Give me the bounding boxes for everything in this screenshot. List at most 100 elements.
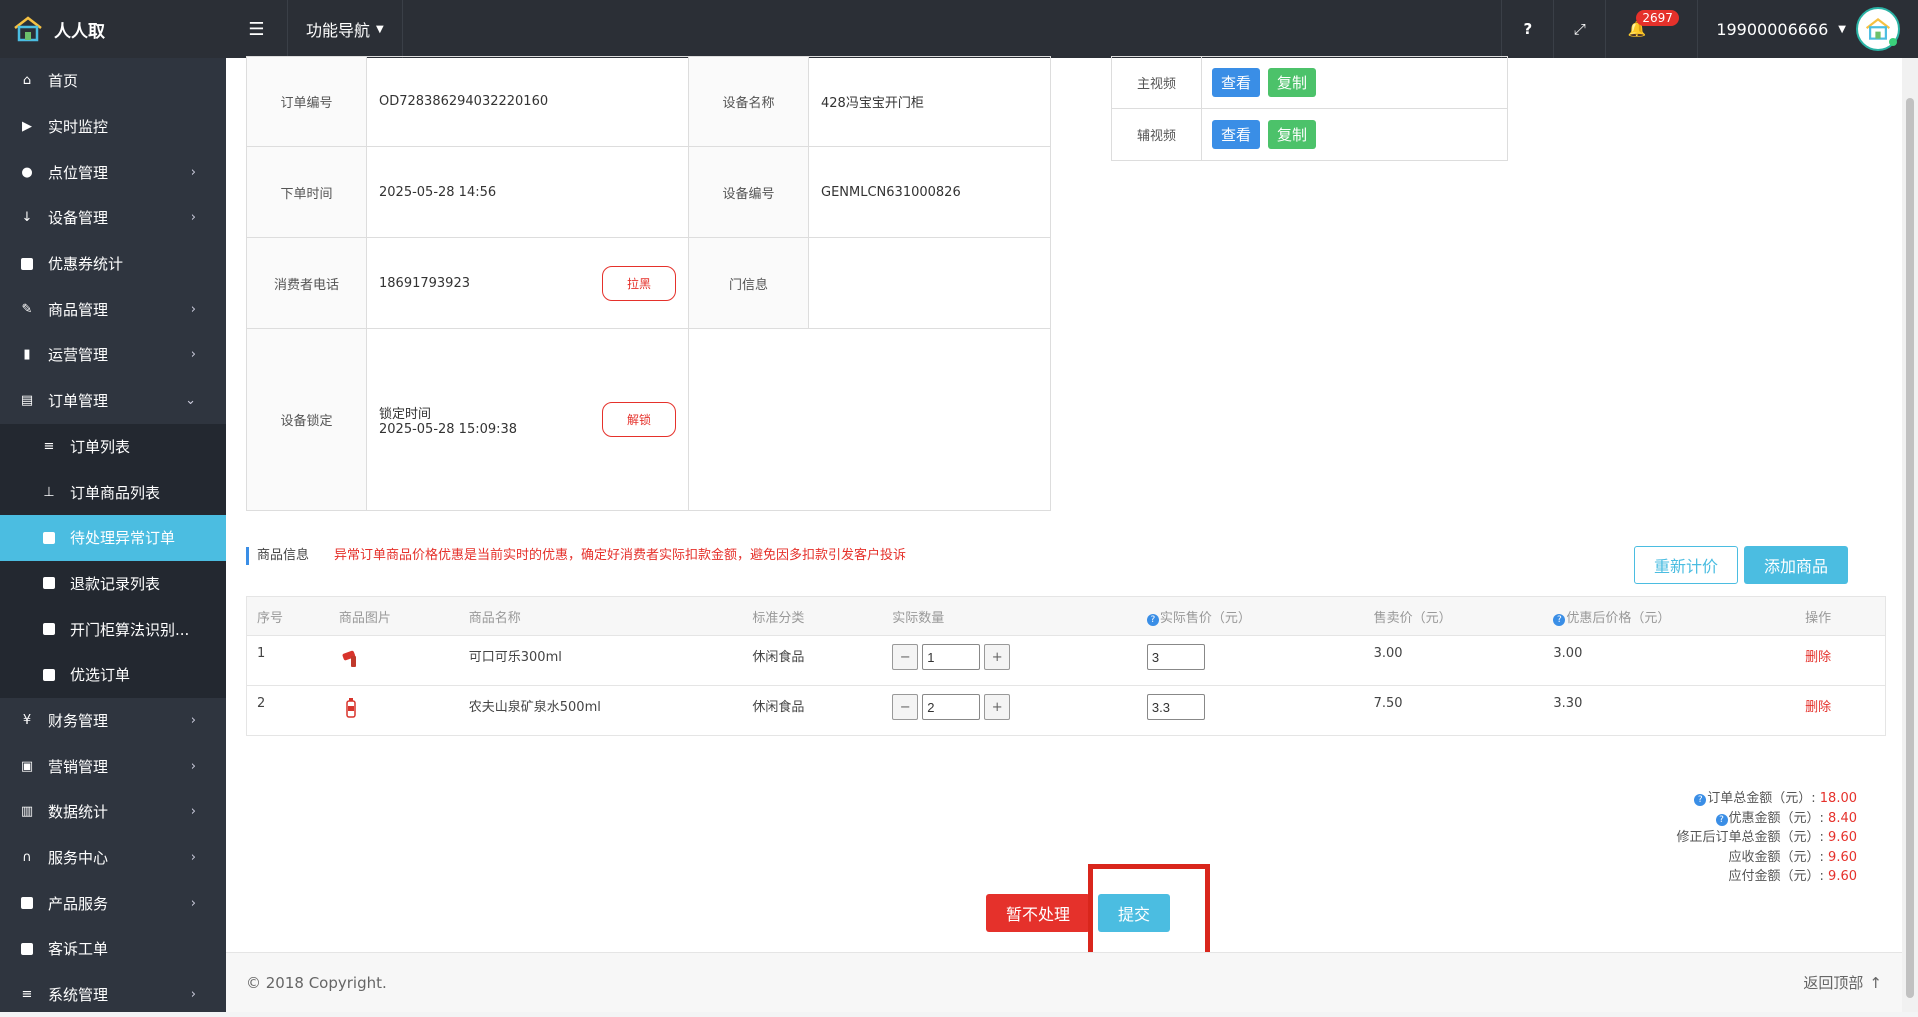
user-phone: 19900006666 bbox=[1716, 19, 1829, 39]
notification-button[interactable]: 🔔 2697 bbox=[1605, 0, 1697, 58]
square-icon bbox=[16, 257, 38, 270]
main-video-view-button[interactable]: 查看 bbox=[1212, 68, 1261, 97]
sidebar-item[interactable]: 产品服务 › bbox=[0, 880, 226, 926]
unlock-button[interactable]: 解锁 bbox=[601, 402, 676, 437]
phone-value: 18691793923 bbox=[379, 275, 470, 291]
col-header: 标准分类 bbox=[752, 610, 805, 626]
top-bar: 人人取 ☰ 功能导航 ▼ ? ⤢ 🔔 2697 19900006666 ▼ bbox=[0, 0, 1918, 58]
chevron-right-icon: › bbox=[190, 850, 196, 866]
summary-label: 修正后订单总金额（元）: bbox=[1676, 830, 1824, 845]
copyright: © 2018 Copyright. bbox=[246, 973, 387, 992]
sidebar-item[interactable]: ▮ 运营管理 › bbox=[0, 332, 226, 378]
function-nav-dropdown[interactable]: 功能导航 ▼ bbox=[288, 0, 403, 58]
decrease-button[interactable]: − bbox=[892, 694, 919, 720]
help-icon[interactable]: ? bbox=[1501, 0, 1553, 58]
table-row: 2 农夫山泉矿泉水500ml 休闲食品 − + 7.50 3.30 删 bbox=[246, 686, 1886, 736]
menu-toggle-icon[interactable]: ☰ bbox=[226, 0, 288, 58]
chevron-right-icon: › bbox=[190, 895, 196, 911]
gift-icon: ▣ bbox=[20, 758, 34, 774]
add-goods-button[interactable]: 添加商品 bbox=[1744, 546, 1848, 584]
question-icon[interactable]: ? bbox=[1146, 613, 1159, 626]
device-no-label: 设备编号 bbox=[688, 146, 809, 238]
aux-video-view-button[interactable]: 查看 bbox=[1212, 120, 1261, 149]
sidebar-item[interactable]: ¥ 财务管理 › bbox=[0, 698, 226, 744]
sidebar-item[interactable]: ⌂ 首页 bbox=[0, 58, 226, 104]
sidebar-item[interactable]: ≡ 系统管理 › bbox=[0, 972, 226, 1017]
door-info-label: 门信息 bbox=[688, 237, 809, 329]
quantity-input[interactable] bbox=[922, 694, 981, 720]
question-icon[interactable]: ? bbox=[1694, 794, 1707, 806]
yen-icon: ¥ bbox=[22, 712, 32, 728]
lock-time-label: 锁定时间 bbox=[379, 406, 432, 422]
order-info-table: 订单编号 OD728386294032220160 设备名称 428冯宝宝开门柜… bbox=[246, 56, 1051, 511]
chevron-right-icon: › bbox=[190, 804, 196, 820]
sidebar-item[interactable]: 待处理异常订单 bbox=[0, 514, 226, 561]
product-name: 农夫山泉矿泉水500ml bbox=[468, 700, 601, 715]
increase-button[interactable]: + bbox=[984, 694, 1011, 720]
video-camera-icon: ▶ bbox=[22, 119, 32, 135]
back-to-top-link[interactable]: 返回顶部 ↑ bbox=[1803, 972, 1882, 993]
list-icon: ≡ bbox=[43, 438, 55, 454]
sidebar-item[interactable]: ▶ 实时监控 bbox=[0, 104, 226, 150]
delete-link[interactable]: 删除 bbox=[1795, 696, 1885, 715]
summary-total: ? 订单总金额（元）: 18.00 bbox=[1677, 789, 1857, 809]
sidebar-item[interactable]: 客诉工单 bbox=[0, 926, 226, 972]
delete-link[interactable]: 删除 bbox=[1795, 646, 1885, 665]
fullscreen-icon[interactable]: ⤢ bbox=[1553, 0, 1605, 58]
question-icon[interactable]: ? bbox=[1715, 813, 1728, 826]
summary-label: 订单总金额（元）: bbox=[1707, 791, 1816, 806]
summary-label: 应收金额（元）: bbox=[1728, 849, 1824, 865]
sidebar: ⌂ 首页 ▶ 实时监控 ● 点位管理 › ↓ 设备管理 › 优惠券统计 ✎ 商品管理 › ▮ 运营管理 › ▤ 订单… bbox=[0, 58, 226, 1012]
user-menu[interactable]: 19900006666 ▼ bbox=[1697, 0, 1918, 58]
order-time-label: 下单时间 bbox=[246, 146, 367, 238]
chevron-right-icon: › bbox=[190, 347, 196, 363]
vertical-scrollbar[interactable] bbox=[1902, 58, 1918, 1012]
scrollbar-thumb[interactable] bbox=[1906, 98, 1914, 998]
main-video-copy-button[interactable]: 复制 bbox=[1268, 68, 1317, 97]
sidebar-item[interactable]: ≡ 订单列表 bbox=[0, 423, 226, 470]
blacklist-button[interactable]: 拉黑 bbox=[601, 265, 676, 301]
sidebar-item-label: 订单管理 bbox=[48, 392, 109, 411]
headset-icon: ∩ bbox=[22, 850, 32, 866]
list-icon: ≡ bbox=[21, 987, 33, 1003]
sidebar-item[interactable]: ▣ 营销管理 › bbox=[0, 743, 226, 789]
sidebar-item[interactable]: ▤ 订单管理 ⌄ bbox=[0, 378, 226, 424]
aux-video-copy-button[interactable]: 复制 bbox=[1268, 120, 1317, 149]
sidebar-item-label: 优惠券统计 bbox=[48, 255, 124, 274]
home-icon: ⌂ bbox=[22, 73, 32, 89]
sidebar-item-label: 开门柜算法识别... bbox=[70, 620, 190, 639]
order-no-label: 订单编号 bbox=[246, 56, 367, 147]
device-name-value: 428冯宝宝开门柜 bbox=[808, 56, 1051, 147]
brand[interactable]: 人人取 bbox=[0, 0, 226, 58]
sidebar-item[interactable]: 开门柜算法识别... bbox=[0, 606, 226, 652]
col-header: 优惠后价格（元） bbox=[1566, 610, 1671, 626]
sidebar-item[interactable]: ✎ 商品管理 › bbox=[0, 286, 226, 332]
sidebar-item-label: 系统管理 bbox=[48, 986, 109, 1005]
sidebar-item[interactable]: ● 点位管理 › bbox=[0, 149, 226, 195]
actual-price-input[interactable] bbox=[1146, 644, 1205, 670]
product-image bbox=[329, 646, 459, 672]
question-icon[interactable]: ? bbox=[1553, 613, 1566, 626]
discount-price: 3.30 bbox=[1553, 696, 1583, 711]
actual-price-input[interactable] bbox=[1146, 694, 1205, 720]
square-icon bbox=[38, 531, 60, 544]
discount-price: 3.00 bbox=[1553, 646, 1583, 661]
avatar[interactable] bbox=[1856, 7, 1900, 51]
highlight-box bbox=[1088, 864, 1210, 958]
decrease-button[interactable]: − bbox=[892, 644, 919, 670]
sidebar-item[interactable]: ⊥ 订单商品列表 bbox=[0, 469, 226, 515]
sidebar-item[interactable]: ▥ 数据统计 › bbox=[0, 789, 226, 835]
sidebar-item[interactable]: ↓ 设备管理 › bbox=[0, 195, 226, 241]
square-icon bbox=[16, 897, 38, 910]
hold-button[interactable]: 暂不处理 bbox=[986, 894, 1090, 932]
quantity-input[interactable] bbox=[922, 644, 981, 670]
product-category: 休闲食品 bbox=[752, 650, 805, 665]
sidebar-item[interactable]: ∩ 服务中心 › bbox=[0, 835, 226, 881]
sidebar-item[interactable]: 优选订单 bbox=[0, 651, 226, 698]
recalculate-button[interactable]: 重新计价 bbox=[1634, 546, 1738, 584]
increase-button[interactable]: + bbox=[984, 644, 1011, 670]
sidebar-item[interactable]: 优惠券统计 bbox=[0, 241, 226, 287]
main-content: 订单编号 OD728386294032220160 设备名称 428冯宝宝开门柜… bbox=[226, 56, 1902, 1012]
aux-video-label: 辅视频 bbox=[1111, 108, 1202, 161]
sidebar-item[interactable]: 退款记录列表 bbox=[0, 560, 226, 607]
